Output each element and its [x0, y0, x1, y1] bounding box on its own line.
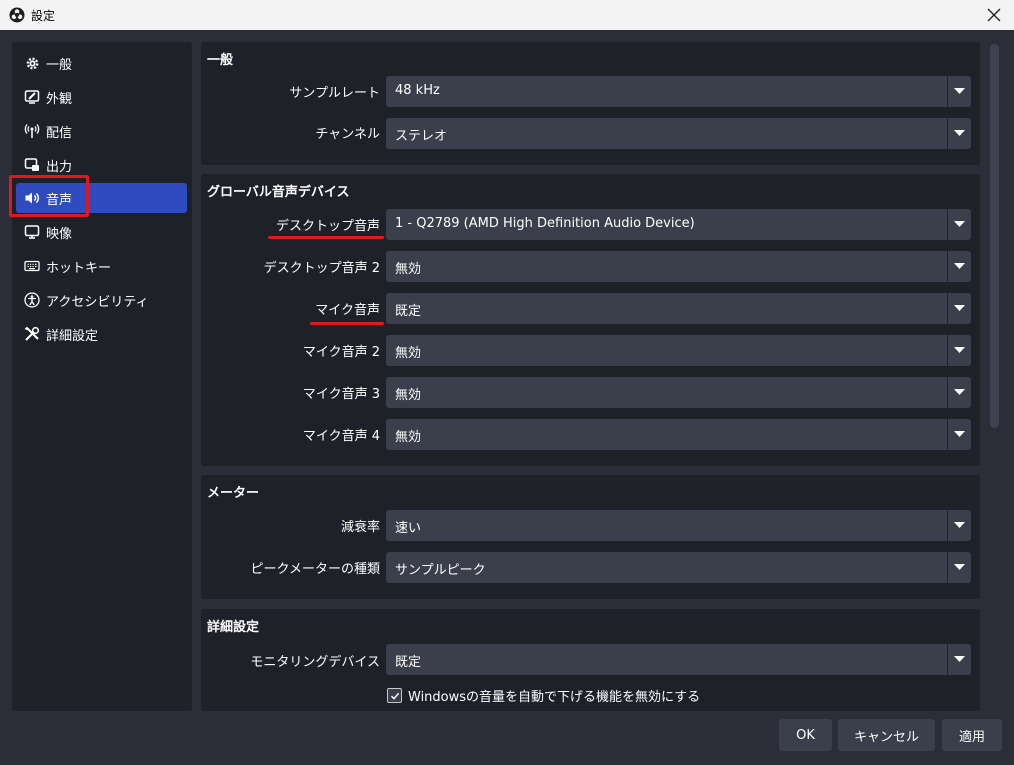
mic-audio-3-select[interactable]: 無効: [386, 377, 971, 408]
select-value: 無効: [395, 346, 422, 361]
select-value: 48 kHz: [395, 83, 440, 98]
general-section: 一般 サンプルレート 48 kHz チャンネル ステレオ: [201, 42, 980, 165]
desktop-audio-select[interactable]: 1 - Q2789 (AMD High Definition Audio Dev…: [386, 209, 971, 240]
disable-ducking-label: Windowsの音量を自動で下げる機能を無効にする: [408, 690, 701, 705]
select-value: 1 - Q2789 (AMD High Definition Audio Dev…: [395, 216, 695, 231]
dropdown-arrow-icon: [947, 293, 971, 324]
sidebar-item-hotkeys[interactable]: ホットキー: [16, 251, 187, 281]
select-value: サンプルピーク: [395, 563, 486, 578]
mic-audio-4-select[interactable]: 無効: [386, 419, 971, 450]
cancel-button[interactable]: キャンセル: [838, 719, 935, 751]
desktop-audio-2-select[interactable]: 無効: [386, 251, 971, 282]
select-value: ステレオ: [395, 129, 448, 144]
select-value: 無効: [395, 388, 422, 403]
select-value: 無効: [395, 262, 422, 277]
dropdown-arrow-icon: [947, 209, 971, 240]
sidebar-item-video[interactable]: 映像: [16, 217, 187, 247]
monitoring-device-label: モニタリングデバイス: [250, 655, 380, 670]
sample-rate-label: サンプルレート: [289, 86, 380, 101]
obs-logo-icon: [9, 7, 25, 23]
channels-select[interactable]: ステレオ: [386, 118, 971, 149]
decay-rate-select[interactable]: 速い: [386, 510, 971, 541]
select-value: 既定: [395, 655, 422, 670]
section-title: 一般: [207, 53, 234, 68]
sidebar-item-label: 配信: [46, 125, 73, 141]
settings-sidebar: 一般 外観 配信 出力 音声 映像 ホットキー アクセシビリティ 詳細設定: [12, 42, 192, 711]
sidebar-item-label: 映像: [46, 226, 73, 242]
section-title: グローバル音声デバイス: [207, 185, 350, 200]
section-title: 詳細設定: [207, 620, 260, 635]
dropdown-arrow-icon: [947, 419, 971, 450]
settings-scrollbar[interactable]: [990, 44, 999, 428]
monitor-icon: [24, 224, 40, 240]
mic-audio-label: マイク音声: [315, 303, 380, 318]
dropdown-arrow-icon: [947, 76, 971, 107]
monitoring-device-select[interactable]: 既定: [386, 644, 971, 675]
disable-ducking-checkbox[interactable]: [387, 688, 402, 703]
dropdown-arrow-icon: [947, 644, 971, 675]
select-value: 既定: [395, 304, 422, 319]
broadcast-icon: [24, 123, 40, 139]
sidebar-item-stream[interactable]: 配信: [16, 116, 187, 146]
peak-meter-type-label: ピークメーターの種類: [250, 562, 380, 577]
mic-audio-2-select[interactable]: 無効: [386, 335, 971, 366]
select-value: 無効: [395, 430, 422, 445]
section-title: メーター: [207, 486, 260, 501]
close-button[interactable]: [982, 3, 1006, 27]
tools-icon: [24, 326, 40, 342]
desktop-audio-2-label: デスクトップ音声 2: [263, 261, 380, 276]
desktop-audio-underline: [268, 236, 384, 239]
desktop-audio-label: デスクトップ音声: [275, 219, 380, 234]
sidebar-item-accessibility[interactable]: アクセシビリティ: [16, 285, 187, 315]
advanced-section: 詳細設定 モニタリングデバイス 既定 Windowsの音量を自動で下げる機能を無…: [201, 609, 980, 711]
dropdown-arrow-icon: [947, 510, 971, 541]
mic-audio-4-label: マイク音声 4: [302, 429, 380, 444]
ok-button[interactable]: OK: [779, 719, 832, 751]
select-value: 速い: [395, 521, 422, 536]
accessibility-icon: [24, 292, 40, 308]
sidebar-item-label: アクセシビリティ: [46, 294, 149, 310]
close-icon: [987, 8, 1001, 22]
gear-icon: [24, 55, 40, 71]
keyboard-icon: [24, 258, 40, 274]
mic-audio-2-label: マイク音声 2: [302, 345, 380, 360]
meters-section: メーター 減衰率 速い ピークメーターの種類 サンプルピーク: [201, 475, 980, 599]
sidebar-item-label: ホットキー: [46, 260, 112, 276]
mic-audio-select[interactable]: 既定: [386, 293, 971, 324]
sidebar-item-label: 一般: [46, 57, 73, 73]
mic-audio-3-label: マイク音声 3: [302, 387, 380, 402]
disable-ducking-row[interactable]: Windowsの音量を自動で下げる機能を無効にする: [387, 686, 700, 705]
apply-button[interactable]: 適用: [942, 719, 1002, 751]
sidebar-item-advanced[interactable]: 詳細設定: [16, 319, 187, 349]
window-title: 設定: [31, 9, 56, 23]
sidebar-item-label: 外観: [46, 91, 73, 107]
dropdown-arrow-icon: [947, 552, 971, 583]
sample-rate-select[interactable]: 48 kHz: [386, 76, 971, 107]
decay-rate-label: 減衰率: [340, 520, 380, 535]
sidebar-item-general[interactable]: 一般: [16, 48, 187, 78]
sidebar-item-label: 詳細設定: [46, 328, 99, 344]
title-bar: 設定: [0, 0, 1014, 31]
peak-meter-type-select[interactable]: サンプルピーク: [386, 552, 971, 583]
dropdown-arrow-icon: [947, 377, 971, 408]
mic-audio-underline: [310, 322, 384, 325]
output-icon: [24, 157, 40, 173]
dropdown-arrow-icon: [947, 118, 971, 149]
channels-label: チャンネル: [315, 127, 380, 142]
dropdown-arrow-icon: [947, 335, 971, 366]
sidebar-item-label: 出力: [46, 159, 73, 175]
checkmark-icon: [390, 692, 399, 700]
global-audio-devices-section: グローバル音声デバイス デスクトップ音声 1 - Q2789 (AMD High…: [201, 174, 980, 466]
audio-highlight-box: [9, 175, 89, 217]
dropdown-arrow-icon: [947, 251, 971, 282]
sidebar-item-appearance[interactable]: 外観: [16, 82, 187, 112]
appearance-icon: [24, 89, 40, 105]
